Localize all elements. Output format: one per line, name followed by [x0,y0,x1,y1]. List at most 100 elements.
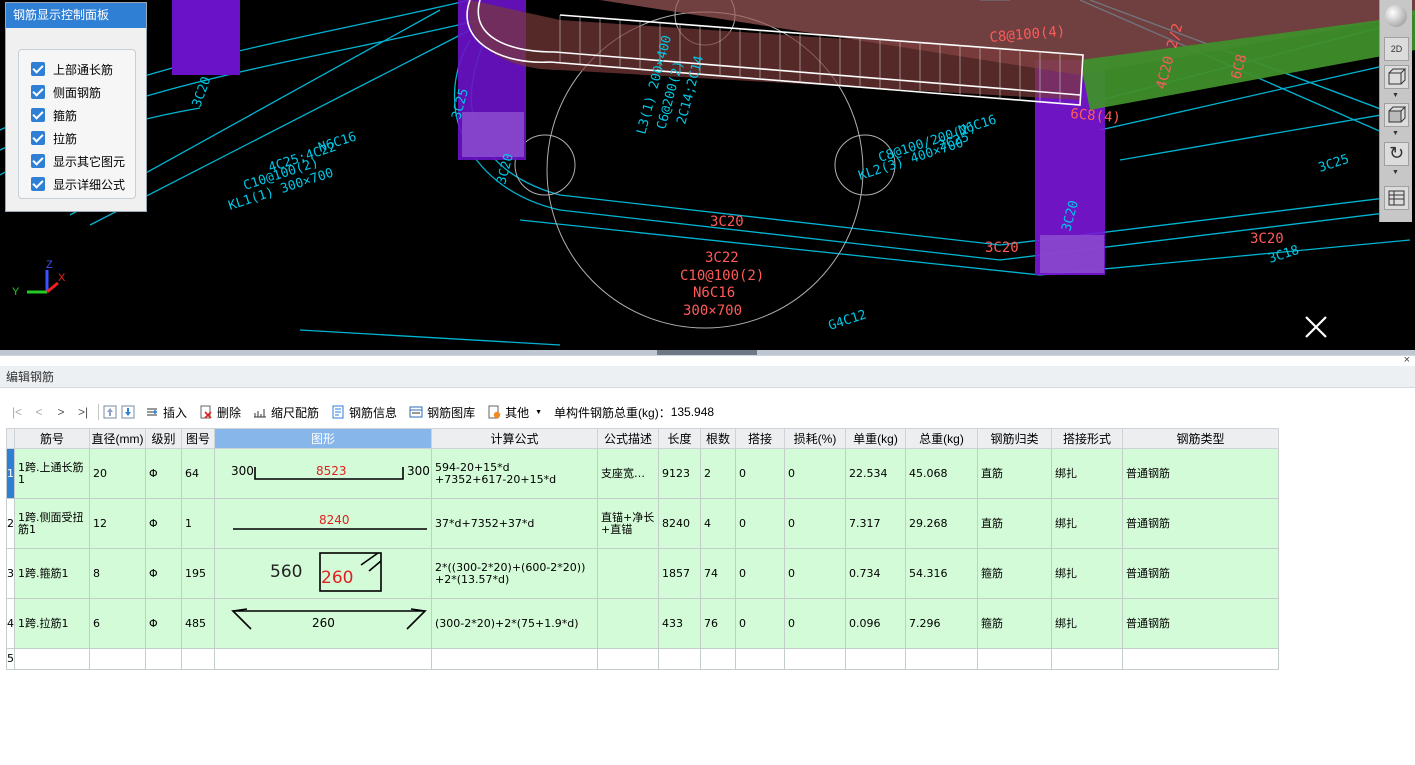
column-header[interactable]: 公式描述 [597,428,659,449]
cell-shape[interactable]: 260 [214,598,432,649]
cell-total-weight[interactable]: 7.296 [905,598,978,649]
cell-loss[interactable]: 0 [784,598,846,649]
cell-shape[interactable]: 8240 [214,498,432,549]
insert-button[interactable]: 插入 [145,404,187,421]
column-header-active[interactable]: 图形 [214,428,432,449]
cell-lap[interactable]: 0 [735,598,785,649]
other-menu-button[interactable]: 其他 ▼ [487,404,542,421]
cell-lap-type[interactable]: 绑扎 [1051,498,1123,549]
3d-viewport[interactable]: KL1(1) 300×700 C10@100(2) 4C25;4C22 N6C1… [0,0,1415,350]
empty-cell[interactable] [700,648,736,670]
empty-cell[interactable] [431,648,598,670]
cell-length[interactable]: 9123 [658,448,701,499]
checkbox-stirrup[interactable]: 箍筋 [31,106,77,124]
cell-length[interactable]: 1857 [658,548,701,599]
cell-diameter[interactable]: 12 [89,498,146,549]
column-header[interactable]: 搭接 [735,428,785,449]
cell-grade[interactable]: Φ [145,498,182,549]
empty-cell[interactable] [1122,648,1279,670]
cell-loss[interactable]: 0 [784,498,846,549]
column-header[interactable]: 图号 [181,428,215,449]
column-header[interactable]: 总重(kg) [905,428,978,449]
cell-loss[interactable]: 0 [784,448,846,499]
cell-shape[interactable]: 300 8523 300 [214,448,432,499]
close-icon[interactable] [1302,313,1330,341]
column-header[interactable]: 根数 [700,428,736,449]
checkbox-checked-icon[interactable] [31,131,45,145]
cell-category[interactable]: 箍筋 [977,598,1052,649]
table-row-empty[interactable]: 5 [6,648,1279,670]
checkbox-checked-icon[interactable] [31,62,45,76]
checkbox-top-long-bar[interactable]: 上部通长筋 [31,60,113,78]
cell-formula[interactable]: (300-2*20)+2*(75+1.9*d) [431,598,598,649]
cell-category[interactable]: 箍筋 [977,548,1052,599]
row-number[interactable]: 2 [6,498,15,549]
cell-unit-weight[interactable]: 0.096 [845,598,906,649]
rebar-library-button[interactable]: 钢筋图库 [409,404,475,421]
cell-length[interactable]: 8240 [658,498,701,549]
cell-formula-desc[interactable]: 支座宽… [597,448,659,499]
cell-rebar-type[interactable]: 普通钢筋 [1122,548,1279,599]
cell-grade[interactable]: Φ [145,598,182,649]
rebar-info-button[interactable]: 钢筋信息 [331,404,397,421]
dropdown-arrow-icon[interactable]: ▼ [1392,169,1399,176]
cell-category[interactable]: 直筋 [977,498,1052,549]
dropdown-arrow-icon[interactable]: ▼ [1392,130,1399,137]
cell-lap[interactable]: 0 [735,548,785,599]
cell-formula[interactable]: 594-20+15*d +7352+617-20+15*d [431,448,598,499]
cell-figure-no[interactable]: 195 [181,548,215,599]
empty-cell[interactable] [784,648,846,670]
cell-diameter[interactable]: 8 [89,548,146,599]
delete-button[interactable]: 删除 [199,404,241,421]
cell-count[interactable]: 4 [700,498,736,549]
empty-cell[interactable] [14,648,90,670]
empty-cell[interactable] [658,648,701,670]
cell-grade[interactable]: Φ [145,448,182,499]
cell-diameter[interactable]: 6 [89,598,146,649]
next-record-button[interactable]: > [50,405,72,419]
checkbox-checked-icon[interactable] [31,177,45,191]
checkbox-checked-icon[interactable] [31,85,45,99]
cell-formula[interactable]: 37*d+7352+37*d [431,498,598,549]
column-header[interactable]: 长度 [658,428,701,449]
cell-rebar-type[interactable]: 普通钢筋 [1122,598,1279,649]
scale-rebar-button[interactable]: 缩尺配筋 [253,404,319,421]
cell-loss[interactable]: 0 [784,548,846,599]
cell-lap[interactable]: 0 [735,448,785,499]
column-header[interactable]: 搭接形式 [1051,428,1123,449]
sphere-icon[interactable] [1385,5,1407,27]
empty-cell[interactable] [214,648,432,670]
checkbox-checked-icon[interactable] [31,154,45,168]
cell-unit-weight[interactable]: 0.734 [845,548,906,599]
cell-formula-desc[interactable] [597,548,659,599]
2d-view-button[interactable]: 2D [1384,37,1409,61]
column-header[interactable]: 单重(kg) [845,428,906,449]
first-record-button[interactable]: |< [6,405,28,419]
cell-unit-weight[interactable]: 7.317 [845,498,906,549]
column-header[interactable]: 钢筋类型 [1122,428,1279,449]
cell-rebar-type[interactable]: 普通钢筋 [1122,498,1279,549]
cell-total-weight[interactable]: 54.316 [905,548,978,599]
column-header[interactable]: 计算公式 [431,428,598,449]
cell-diameter[interactable]: 20 [89,448,146,499]
cell-figure-no[interactable]: 64 [181,448,215,499]
dropdown-arrow-icon[interactable]: ▼ [1392,92,1399,99]
cell-count[interactable]: 2 [700,448,736,499]
last-record-button[interactable]: >| [72,405,94,419]
checkbox-tie-bar[interactable]: 拉筋 [31,129,77,147]
empty-cell[interactable] [845,648,906,670]
column-header[interactable]: 钢筋归类 [977,428,1052,449]
move-up-icon[interactable] [103,405,117,419]
cell-bar-name[interactable]: 1跨.侧面受扭筋1 [14,498,90,549]
empty-cell[interactable] [597,648,659,670]
cell-count[interactable]: 76 [700,598,736,649]
cad-scene[interactable]: KL1(1) 300×700 C10@100(2) 4C25;4C22 N6C1… [0,0,1415,350]
cell-bar-name[interactable]: 1跨.上通长筋1 [14,448,90,499]
panel-close-icon[interactable]: × [1404,354,1410,366]
prev-record-button[interactable]: < [28,405,50,419]
cell-length[interactable]: 433 [658,598,701,649]
checkbox-side-bar[interactable]: 侧面钢筋 [31,83,101,101]
cell-lap-type[interactable]: 绑扎 [1051,448,1123,499]
cell-formula-desc[interactable] [597,598,659,649]
checkbox-show-detailed-formula[interactable]: 显示详细公式 [31,175,125,193]
